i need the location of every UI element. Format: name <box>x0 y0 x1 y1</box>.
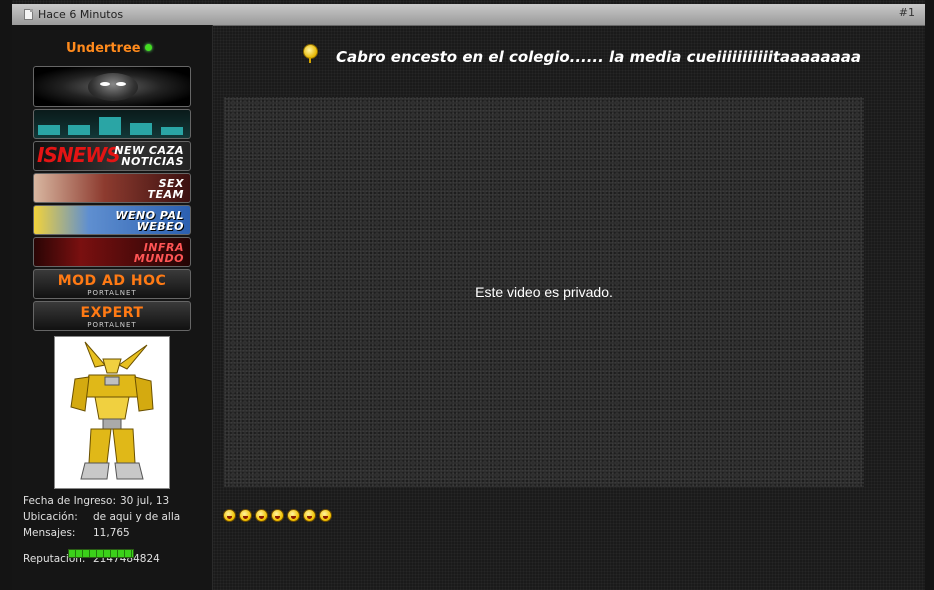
banner-caza-noticias[interactable]: ISNEWS NEW CAZA NOTICIAS <box>33 141 191 171</box>
location-row: Ubicación: de aqui y de alla <box>23 511 180 523</box>
location-value: de aqui y de alla <box>93 511 181 523</box>
location-label: Ubicación: <box>23 511 78 523</box>
banner-infra-text: INFRA MUNDO <box>133 241 184 265</box>
join-date-value: 30 jul, 13 <box>120 495 170 507</box>
video-player[interactable]: Este video es privado. <box>224 97 864 487</box>
post-number-link[interactable]: #1 <box>899 6 915 19</box>
banner-expert[interactable]: EXPERT PORTALNET <box>33 301 191 331</box>
join-date-row: Fecha de Ingreso: 30 jul, 13 <box>23 495 169 507</box>
banner-mod-subtitle: PORTALNET <box>87 289 137 297</box>
posts-row: Mensajes: 11,765 <box>23 527 130 539</box>
banner-weno-pal-webeo[interactable]: WENO PAL WEBEO <box>33 205 191 235</box>
user-sidebar: Undertree ISNEWS NEW CAZA NOTICIAS SEX T… <box>12 25 213 590</box>
robot-avatar-image <box>70 341 154 480</box>
smiley-icon <box>223 509 236 522</box>
smiley-icon <box>287 509 300 522</box>
banner-mod-title: MOD AD HOC <box>57 273 167 289</box>
post-header-bar: Hace 6 Minutos #1 <box>12 4 925 26</box>
banner-news-text: ISNEWS <box>37 143 121 167</box>
post-title: Cabro encesto en el colegio...... la med… <box>336 48 862 66</box>
smiley-icon <box>319 509 332 522</box>
eq-bar <box>99 117 121 135</box>
eq-bar <box>38 125 60 135</box>
banner-face[interactable] <box>33 66 191 107</box>
face-image <box>88 73 138 101</box>
banner-equalizer[interactable] <box>33 109 191 139</box>
document-icon <box>24 9 33 20</box>
user-avatar[interactable] <box>54 336 170 489</box>
eq-bar <box>161 127 183 135</box>
eye-right <box>116 82 126 86</box>
eye-left <box>100 82 110 86</box>
banner-sex-team[interactable]: SEX TEAM <box>33 173 191 203</box>
smiley-icon <box>303 509 316 522</box>
banner-caza-text: NEW CAZA NOTICIAS <box>114 144 184 168</box>
banner-weno-text: WENO PAL WEBEO <box>115 209 184 233</box>
left-gutter <box>0 0 12 590</box>
right-gutter <box>925 0 934 590</box>
smiley-icon <box>239 509 252 522</box>
join-date-label: Fecha de Ingreso: <box>23 495 116 507</box>
posts-value: 11,765 <box>93 527 130 539</box>
posts-label: Mensajes: <box>23 527 76 539</box>
banner-infra-mundo[interactable]: INFRA MUNDO <box>33 237 191 267</box>
video-private-message: Este video es privado. <box>475 284 613 300</box>
banner-expert-title: EXPERT <box>80 305 144 321</box>
banner-mod-ad-hoc[interactable]: MOD AD HOC PORTALNET <box>33 269 191 299</box>
reputation-bar <box>68 549 134 558</box>
banner-expert-subtitle: PORTALNET <box>87 321 137 329</box>
thread-lightbulb-icon <box>303 44 318 63</box>
post-time: Hace 6 Minutos <box>38 8 124 21</box>
smiley-icon <box>271 509 284 522</box>
username-link[interactable]: Undertree <box>66 41 141 56</box>
eq-bar <box>130 123 152 135</box>
online-status-icon <box>145 44 152 51</box>
smiley-icon <box>255 509 268 522</box>
banner-sex-team-text: SEX TEAM <box>147 177 184 201</box>
eq-bar <box>68 125 90 135</box>
